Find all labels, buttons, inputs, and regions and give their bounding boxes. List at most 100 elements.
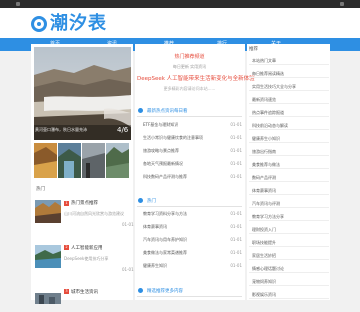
- promo-headline[interactable]: DeepSeek 人工智能带来生活新变化与全新体验: [137, 74, 255, 82]
- sidebar-item[interactable]: 健康养生小知识: [249, 135, 329, 143]
- sidebar-item-label: 宠物饲养知识: [252, 279, 276, 284]
- sidebar-item-label: 每日推荐阅读精选: [252, 71, 284, 76]
- list-item-date: 01-01: [230, 148, 242, 153]
- sidebar-item-label: 最新资讯速览: [252, 97, 276, 102]
- sidebar-item[interactable]: 本站热门文章: [249, 57, 329, 65]
- list-item-date: 01-01: [230, 161, 242, 166]
- list-item-date: 01-01: [230, 263, 242, 268]
- list-item[interactable]: 教育学习资料分享与方法 01-01: [143, 211, 242, 217]
- sidebar-item[interactable]: 数码产品评测: [249, 174, 329, 182]
- sidebar-item-label: 数码产品评测: [252, 175, 276, 180]
- sidebar-item-label: 实用生活技巧大全与分享: [252, 84, 296, 89]
- sidebar-item-label: 体育赛事资讯: [252, 188, 276, 193]
- section-title[interactable]: 精选推荐更多内容: [147, 288, 183, 294]
- sidebar-item-label: 美食推荐与做法: [252, 162, 280, 167]
- section-header: 最新热点资讯每日看: [137, 107, 242, 117]
- sidebar-item-label: 职场技能提升: [252, 240, 276, 245]
- sidebar-item-label: 教育学习方法分享: [252, 214, 284, 219]
- sidebar-item[interactable]: 每日推荐阅读精选: [249, 70, 329, 78]
- sidebar-item[interactable]: 职场技能提升: [249, 239, 329, 247]
- sidebar-item[interactable]: 最新资讯速览: [249, 96, 329, 104]
- list-item[interactable]: 旅游攻略与景点推荐 01-01: [143, 148, 242, 154]
- list-item[interactable]: 生活小常识与健康饮食的注意事项 01-01: [143, 135, 242, 141]
- thumbnail[interactable]: [106, 143, 129, 178]
- list-item-date: 01-01: [230, 211, 242, 216]
- sidebar-item[interactable]: 理财投资入门: [249, 226, 329, 234]
- sidebar-item-label: 家居生活妙招: [252, 253, 276, 258]
- list-item-date: 01-01: [230, 122, 242, 127]
- top-bar: [0, 0, 360, 8]
- sidebar-item-label: 科技前沿动态与解读: [252, 123, 288, 128]
- sidebar-item[interactable]: 宠物饲养知识: [249, 278, 329, 286]
- sidebar-item[interactable]: 汽车资讯与评测: [249, 200, 329, 208]
- thumbnail[interactable]: [82, 143, 105, 178]
- promo-subtitle: 每日更新 实用资讯: [172, 64, 207, 69]
- logo-icon: [31, 16, 47, 32]
- sidebar-title: 推荐: [249, 47, 258, 52]
- hero-caption: 黄河壶口瀑布，秋日水量充沛: [35, 127, 87, 132]
- sidebar-item-label: 本站热门文章: [252, 58, 276, 63]
- thumbnail[interactable]: [34, 143, 57, 178]
- hot-item-title[interactable]: 人工智能新应用: [71, 245, 131, 251]
- rank-badge: 3: [64, 289, 69, 294]
- hot-item-image[interactable]: [35, 289, 61, 312]
- hot-item-summary: 山川河流自然风光欣赏与游览建议: [64, 211, 124, 216]
- list-item[interactable]: 科技数码产品评测与推荐 01-01: [143, 174, 242, 180]
- hot-item-date: 01-01: [122, 222, 134, 227]
- sidebar-item-label: 热点事件追踪报道: [252, 110, 284, 115]
- list-item-date: 01-01: [230, 224, 242, 229]
- list-item-date: 01-01: [230, 250, 242, 255]
- sidebar-item-label: 影视娱乐资讯: [252, 292, 276, 297]
- sidebar-item[interactable]: 实用生活技巧大全与分享: [249, 83, 329, 91]
- sidebar-item[interactable]: 旅游出行指南: [249, 148, 329, 156]
- list-item[interactable]: 各地天气预报最新情况 01-01: [143, 161, 242, 167]
- list-item-text: 科技数码产品评测与推荐: [143, 174, 187, 179]
- section-header: 热门: [137, 197, 242, 207]
- news-panel: [135, 44, 245, 300]
- hot-title: 热门: [36, 187, 45, 192]
- hot-item-title[interactable]: 城市生活资讯: [71, 289, 131, 295]
- section-bullet-icon: [138, 198, 143, 203]
- sidebar-item-label: 理财投资入门: [252, 227, 276, 232]
- site-logo[interactable]: 潮汐表: [31, 12, 107, 36]
- sidebar-item[interactable]: 科技前沿动态与解读: [249, 122, 329, 130]
- list-item-text: 汽车资讯与用车养护知识: [143, 237, 187, 242]
- sidebar-item-label: 旅游出行指南: [252, 149, 276, 154]
- sidebar-item[interactable]: 家居生活妙招: [249, 252, 329, 260]
- list-item-date: 01-01: [230, 174, 242, 179]
- top-bar-dot: [16, 2, 20, 6]
- hot-item-summary: DeepSeek使用技巧分享: [64, 256, 109, 261]
- hot-item-date: 01-01: [122, 267, 134, 272]
- hot-item-image[interactable]: [35, 245, 61, 268]
- promo-title[interactable]: 热门推荐频道: [137, 53, 242, 60]
- list-item-text: 健康养生知识: [143, 263, 167, 268]
- list-item-text: 教育学习资料分享与方法: [143, 211, 187, 216]
- hot-item-image[interactable]: [35, 200, 61, 223]
- list-item[interactable]: 健康养生知识 01-01: [143, 263, 242, 269]
- list-item-text: ETF基金与理财知识: [143, 122, 179, 127]
- list-item[interactable]: 汽车资讯与用车养护知识 01-01: [143, 237, 242, 243]
- sidebar-item-label: 情感心理话题讨论: [252, 266, 284, 271]
- hot-item-title[interactable]: 热门景点推荐: [71, 200, 131, 206]
- top-bar-dot: [340, 2, 344, 6]
- slide-counter: 4/6: [117, 126, 129, 134]
- list-item[interactable]: 体育赛事资讯 01-01: [143, 224, 242, 230]
- sidebar-item[interactable]: 教育学习方法分享: [249, 213, 329, 221]
- list-item[interactable]: 美食做法与家常菜谱推荐 01-01: [143, 250, 242, 256]
- sidebar-item[interactable]: 影视娱乐资讯: [249, 291, 329, 299]
- sidebar-item[interactable]: 体育赛事资讯: [249, 187, 329, 195]
- list-item-text: 各地天气预报最新情况: [143, 161, 183, 166]
- section-title[interactable]: 最新热点资讯每日看: [147, 108, 188, 114]
- section-bullet-icon: [138, 288, 143, 293]
- sidebar-item[interactable]: 热点事件追踪报道: [249, 109, 329, 117]
- list-item-text: 旅游攻略与景点推荐: [143, 148, 179, 153]
- list-item-text: 体育赛事资讯: [143, 224, 167, 229]
- logo-text: 潮汐表: [50, 13, 107, 34]
- section-title[interactable]: 热门: [147, 198, 156, 204]
- section-bullet-icon: [138, 108, 143, 113]
- thumbnail[interactable]: [58, 143, 81, 178]
- list-item[interactable]: ETF基金与理财知识 01-01: [143, 122, 242, 128]
- sidebar-item[interactable]: 美食推荐与做法: [249, 161, 329, 169]
- rank-badge: 1: [64, 201, 69, 206]
- sidebar-item[interactable]: 情感心理话题讨论: [249, 265, 329, 273]
